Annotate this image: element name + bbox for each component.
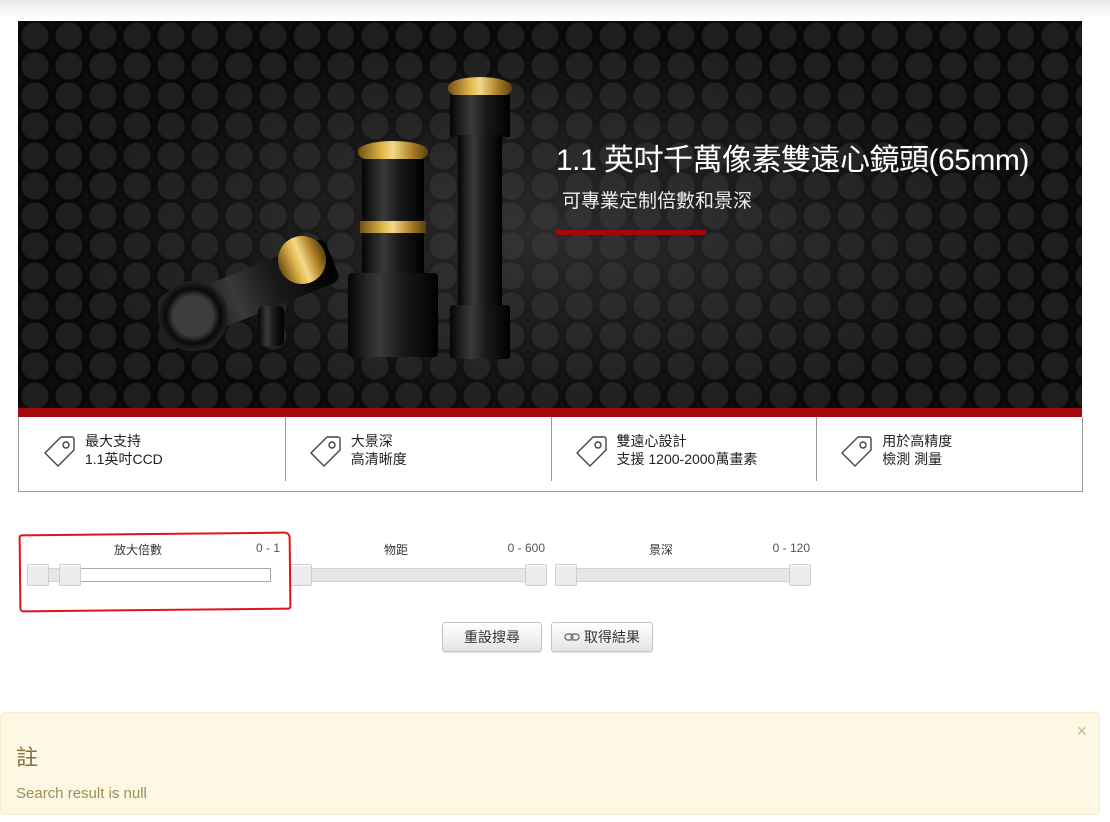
banner-accent-line — [556, 230, 706, 235]
feature-line1: 用於高精度 — [882, 433, 953, 449]
get-results-label: 取得結果 — [584, 630, 640, 646]
slider-handle-max[interactable] — [789, 564, 811, 586]
feature-line1: 雙遠心設計 — [616, 433, 687, 449]
tag-icon — [310, 436, 341, 467]
tag-icon — [575, 436, 607, 467]
banner-title: 1.1 英吋千萬像素雙遠心鏡頭(65mm) — [556, 144, 1029, 177]
feature-item: 最大支持 1.1英吋CCD — [19, 417, 285, 491]
banner-subtitle: 可專業定制倍數和景深 — [562, 191, 753, 212]
hero-banner: 1.1 英吋千萬像素雙遠心鏡頭(65mm) 可專業定制倍數和景深 — [18, 21, 1082, 408]
feature-line1: 大景深 — [350, 433, 393, 449]
lens-image-small — [158, 228, 348, 356]
slider-handle-max[interactable] — [525, 564, 547, 586]
slider-range: 0 - 600 — [507, 541, 545, 555]
feature-line2: 1.1英吋CCD — [85, 451, 163, 467]
slider-label: 物距 — [384, 543, 409, 557]
get-results-button[interactable]: 取得結果 — [551, 622, 653, 652]
note-alert: 註 Search result is null × — [0, 712, 1100, 815]
feature-line2: 高清晰度 — [350, 451, 407, 467]
slider-range: 0 - 120 — [772, 541, 810, 555]
feature-item: 雙遠心設計 支援 1200-2000萬畫素 — [550, 417, 817, 491]
feature-item: 大景深 高清晰度 — [284, 417, 551, 491]
slider-label: 景深 — [649, 543, 674, 557]
feature-item: 用於高精度 檢測 測量 — [816, 417, 1082, 491]
lens-image-medium — [348, 141, 438, 357]
note-message: Search result is null — [16, 785, 147, 802]
feature-strip: 最大支持 1.1英吋CCD 大景深 高清晰度 雙遠心設計 支援 1200-200… — [18, 417, 1083, 492]
slider-track[interactable] — [560, 568, 810, 582]
red-highlight-annotation — [18, 531, 292, 613]
link-icon — [564, 633, 580, 641]
banner-red-bar — [18, 408, 1082, 417]
top-bar — [0, 0, 1110, 18]
feature-line1: 最大支持 — [85, 433, 141, 449]
tag-icon — [841, 436, 872, 467]
slider-handle-min[interactable] — [555, 564, 577, 586]
note-title: 註 — [16, 745, 39, 770]
reset-search-label: 重設搜尋 — [464, 630, 520, 646]
lens-image-tall — [446, 77, 514, 359]
reset-search-button[interactable]: 重設搜尋 — [442, 622, 542, 652]
feature-line2: 檢測 測量 — [882, 451, 943, 467]
close-icon[interactable]: × — [1076, 721, 1087, 742]
feature-line2: 支援 1200-2000萬畫素 — [616, 451, 758, 467]
tag-icon — [44, 436, 75, 467]
slider-handle-min[interactable] — [290, 564, 312, 586]
slider-track[interactable] — [296, 568, 546, 582]
